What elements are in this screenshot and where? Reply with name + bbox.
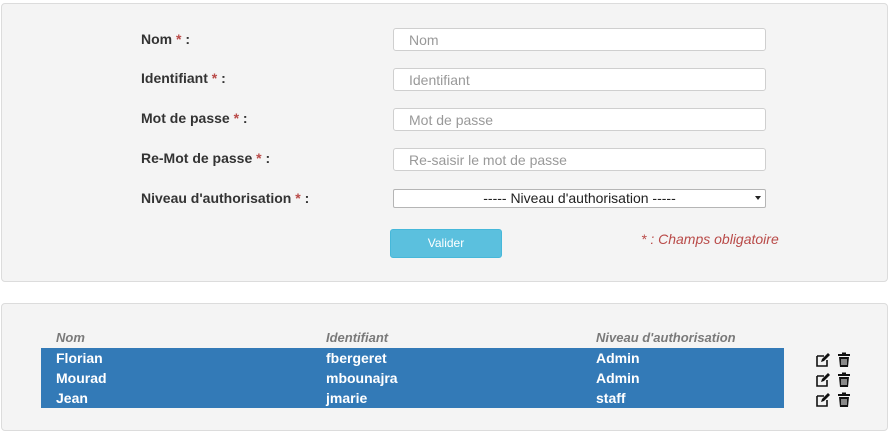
password-input[interactable]	[393, 108, 766, 131]
row-actions	[815, 352, 855, 368]
cell-identifiant: mbounajra	[326, 370, 398, 386]
cell-nom: Jean	[56, 390, 88, 406]
niveau-select-value: ----- Niveau d'authorisation -----	[483, 190, 676, 206]
cell-nom: Mourad	[56, 370, 107, 386]
trash-icon[interactable]	[836, 352, 852, 368]
cell-niveau: Admin	[596, 370, 640, 386]
trash-icon[interactable]	[836, 372, 852, 388]
nom-input[interactable]	[393, 28, 766, 51]
label-colon: :	[181, 31, 191, 47]
label-nom-text: Nom	[141, 31, 173, 47]
label-identifiant-text: Identifiant	[141, 70, 208, 86]
cell-nom: Florian	[56, 350, 103, 366]
niveau-select[interactable]: ----- Niveau d'authorisation -----	[393, 189, 766, 208]
password-confirm-input[interactable]	[393, 148, 766, 171]
table-row[interactable]: Mourad mbounajra Admin	[41, 368, 784, 388]
cell-niveau: Admin	[596, 350, 640, 366]
user-form-panel: Nom * : Identifiant * : Mot de passe * :…	[1, 3, 888, 282]
label-re-mot-de-passe-text: Re-Mot de passe	[141, 150, 253, 166]
cell-niveau: staff	[596, 390, 626, 406]
label-colon: :	[217, 70, 226, 86]
cell-identifiant: fbergeret	[326, 350, 387, 366]
label-niveau: Niveau d'authorisation * :	[141, 188, 309, 208]
edit-icon[interactable]	[815, 372, 831, 388]
edit-icon[interactable]	[815, 392, 831, 408]
identifiant-input[interactable]	[393, 68, 766, 91]
cell-identifiant: jmarie	[326, 390, 368, 406]
label-niveau-text: Niveau d'authorisation	[141, 190, 292, 206]
label-colon: :	[300, 190, 310, 206]
label-nom: Nom * :	[141, 29, 190, 49]
label-identifiant: Identifiant * :	[141, 68, 226, 88]
table-row[interactable]: Florian fbergeret Admin	[41, 348, 784, 368]
label-mot-de-passe: Mot de passe * :	[141, 108, 248, 128]
header-niveau: Niveau d'authorisation	[596, 330, 736, 345]
label-colon: :	[261, 150, 271, 166]
valider-button[interactable]: Valider	[390, 229, 502, 258]
table-row[interactable]: Jean jmarie staff	[41, 388, 784, 408]
user-list-panel: Nom Identifiant Niveau d'authorisation F…	[1, 303, 888, 431]
edit-icon[interactable]	[815, 352, 831, 368]
row-actions	[815, 372, 855, 388]
header-identifiant: Identifiant	[326, 330, 389, 345]
label-colon: :	[239, 110, 248, 126]
required-note: * : Champs obligatoire	[641, 231, 779, 247]
row-actions	[815, 392, 855, 408]
header-nom: Nom	[56, 330, 85, 345]
trash-icon[interactable]	[836, 392, 852, 408]
label-mot-de-passe-text: Mot de passe	[141, 110, 230, 126]
chevron-down-icon	[755, 196, 761, 200]
user-table-body: Florian fbergeret Admin Mourad mbounajra…	[41, 348, 784, 408]
label-re-mot-de-passe: Re-Mot de passe * :	[141, 148, 270, 168]
